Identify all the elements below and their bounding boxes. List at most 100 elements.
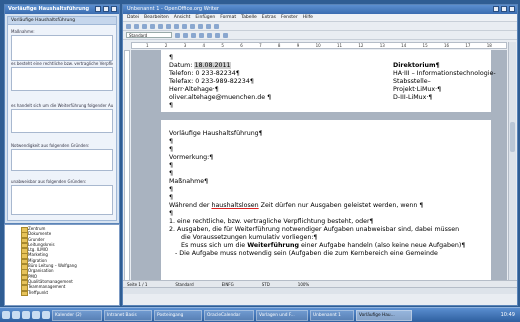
horizontal-scrollbar[interactable] bbox=[123, 287, 517, 294]
unabweisbar-input[interactable] bbox=[11, 185, 113, 215]
ruler-mark: 17 bbox=[465, 43, 471, 48]
ruler-mark: 5 bbox=[221, 43, 224, 48]
para-mark: ¶ bbox=[169, 170, 174, 177]
minimize-icon[interactable] bbox=[493, 6, 499, 12]
list-item-2-cont: die Voraussetzungen kumulativ vorliegen:… bbox=[181, 234, 318, 241]
menu-extras[interactable]: Extras bbox=[262, 15, 276, 20]
start-icon[interactable] bbox=[2, 311, 10, 319]
clock: 10:49 bbox=[500, 312, 515, 318]
status-selection[interactable]: STD bbox=[262, 282, 270, 287]
task-oraclecalendar[interactable]: OracleCalendar bbox=[204, 309, 254, 321]
close-icon[interactable] bbox=[509, 6, 515, 12]
massnahme-input[interactable] bbox=[11, 35, 113, 61]
waehrend-post: Zeit dürfen nur Ausgaben geleistet werde… bbox=[258, 202, 424, 209]
style-select[interactable]: Standard bbox=[126, 32, 172, 38]
scroll-thumb[interactable] bbox=[510, 122, 515, 152]
copy-icon[interactable] bbox=[174, 23, 179, 29]
task-vorlaeufige[interactable]: Vorläufige Hau... bbox=[356, 309, 412, 321]
status-zoom[interactable]: 100% bbox=[298, 282, 309, 287]
menu-bearbeiten[interactable]: Bearbeiten bbox=[144, 15, 169, 20]
maximize-icon[interactable] bbox=[501, 6, 507, 12]
align-right-icon[interactable] bbox=[215, 32, 220, 38]
waehrend-pre: Während der bbox=[169, 202, 212, 209]
mail-icon[interactable] bbox=[32, 311, 40, 319]
vertical-scrollbar[interactable] bbox=[508, 42, 516, 285]
files-icon[interactable] bbox=[42, 311, 50, 319]
notwendigkeit-input[interactable] bbox=[11, 149, 113, 171]
close-icon[interactable] bbox=[111, 6, 117, 12]
bold-icon[interactable] bbox=[175, 32, 180, 38]
undo-icon[interactable] bbox=[190, 23, 195, 29]
list-item-3: Es muss sich um die Weiterführung einer … bbox=[181, 242, 465, 250]
redo-icon[interactable] bbox=[198, 23, 203, 29]
item3-bold: Weiterführung bbox=[247, 242, 300, 249]
list-icon[interactable] bbox=[223, 32, 228, 38]
menu-hilfe[interactable]: Hilfe bbox=[303, 15, 313, 20]
horizontal-ruler: 1 2 3 4 5 6 7 8 9 10 11 12 13 14 15 16 1… bbox=[131, 42, 507, 49]
ruler-mark: 12 bbox=[358, 43, 364, 48]
task-vorlagen[interactable]: Vorlagen und F... bbox=[256, 309, 308, 321]
task-posteingang[interactable]: Posteingang bbox=[154, 309, 202, 321]
datum-line: Datum: 18.08.2011 bbox=[169, 62, 231, 70]
menu-fenster[interactable]: Fenster bbox=[281, 15, 298, 20]
menu-tabelle[interactable]: Tabelle bbox=[241, 15, 257, 20]
align-left-icon[interactable] bbox=[199, 32, 204, 38]
zoom-icon[interactable] bbox=[214, 23, 219, 29]
align-center-icon[interactable] bbox=[207, 32, 212, 38]
herr-line: Herr·Altehage·¶ bbox=[169, 86, 219, 93]
underline-icon[interactable] bbox=[191, 32, 196, 38]
field-label: es handelt sich um die Weiterführung fol… bbox=[11, 103, 113, 108]
ruler-mark: 4 bbox=[202, 43, 206, 48]
ruler-mark: 7 bbox=[259, 43, 262, 48]
taskbar: Kalender (2) Intranet Basis Posteingang … bbox=[0, 307, 520, 322]
form-panel: Vorläufige Haushaltsführung Vorläufige H… bbox=[4, 4, 120, 224]
doc-title: Vorläufige Haushaltsführung¶ bbox=[169, 130, 263, 137]
document-page[interactable]: ¶ Datum: 18.08.2011 Telefon: 0 233-82234… bbox=[161, 50, 496, 285]
verpflichtung-input[interactable] bbox=[11, 67, 113, 91]
menu-datei[interactable]: Datei bbox=[127, 15, 139, 20]
ruler-mark: 16 bbox=[443, 43, 450, 48]
ruler-mark: 11 bbox=[336, 43, 343, 48]
tree-item[interactable]: Treffpunkt bbox=[8, 290, 116, 297]
browser-icon[interactable] bbox=[22, 311, 30, 319]
menu-ansicht[interactable]: Ansicht bbox=[174, 15, 191, 20]
task-intranet[interactable]: Intranet Basis bbox=[104, 309, 152, 321]
task-kalender[interactable]: Kalender (2) bbox=[52, 309, 102, 321]
waehrend-line: Während der haushaltslosen Zeit dürfen n… bbox=[169, 202, 423, 210]
datum-value: 18.08.2011 bbox=[194, 62, 231, 69]
writer-window: Unbenannt 1 - OpenOffice.org Writer Date… bbox=[122, 4, 518, 306]
field-label: unabweisbar aus folgenden Gründen: bbox=[11, 179, 87, 184]
italic-icon[interactable] bbox=[183, 32, 188, 38]
paste-icon[interactable] bbox=[182, 23, 187, 29]
new-icon[interactable] bbox=[126, 23, 131, 29]
table-icon[interactable] bbox=[206, 23, 211, 29]
save-icon[interactable] bbox=[142, 23, 147, 29]
form-header: Vorläufige Haushaltsführung bbox=[8, 17, 116, 25]
field-label: es besteht eine rechtliche bzw. vertragl… bbox=[11, 61, 113, 66]
weiterfuehrung-input[interactable] bbox=[11, 109, 113, 133]
window-controls bbox=[493, 6, 515, 12]
para-mark: ¶ bbox=[169, 102, 174, 109]
form-body: Vorläufige Haushaltsführung Maßnahme: es… bbox=[7, 16, 117, 221]
open-icon[interactable] bbox=[134, 23, 139, 29]
desktop-icon[interactable] bbox=[12, 311, 20, 319]
para-mark: ¶ bbox=[169, 210, 174, 217]
telefon-line: Telefon: 0 233-82234¶ bbox=[169, 70, 240, 77]
minimize-icon[interactable] bbox=[95, 6, 101, 12]
menu-bar: Datei Bearbeiten Ansicht Einfügen Format… bbox=[123, 14, 517, 22]
field-label: Maßnahme: bbox=[11, 29, 35, 34]
field-notwendigkeit: Notwendigkeit aus folgenden Gründen: bbox=[11, 143, 113, 171]
spellcheck-icon[interactable] bbox=[158, 23, 163, 29]
maximize-icon[interactable] bbox=[103, 6, 109, 12]
para-mark: ¶ bbox=[169, 186, 174, 193]
menu-format[interactable]: Format bbox=[220, 15, 236, 20]
ruler-mark: 1 bbox=[146, 43, 149, 48]
print-icon[interactable] bbox=[150, 23, 155, 29]
status-insert[interactable]: EINFG bbox=[222, 282, 234, 287]
menu-einfuegen[interactable]: Einfügen bbox=[195, 15, 215, 20]
status-page: Seite 1 / 1 bbox=[127, 282, 148, 287]
cut-icon[interactable] bbox=[166, 23, 171, 29]
ruler-mark: 3 bbox=[183, 43, 187, 48]
abteilung-line: HA·III – Informationstechnologie- bbox=[393, 70, 496, 77]
task-unbenannt[interactable]: Unbenannt 1 bbox=[310, 309, 354, 321]
